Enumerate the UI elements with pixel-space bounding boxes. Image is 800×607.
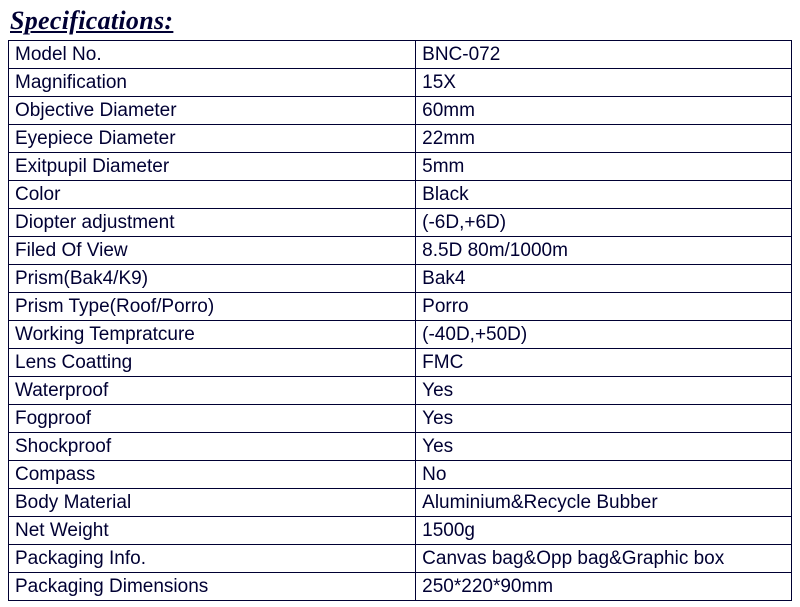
spec-value: No <box>416 461 792 489</box>
spec-label: Net Weight <box>9 517 416 545</box>
spec-label: Compass <box>9 461 416 489</box>
spec-value: Canvas bag&Opp bag&Graphic box <box>416 545 792 573</box>
table-row: Prism(Bak4/K9)Bak4 <box>9 265 792 293</box>
spec-label: Filed Of View <box>9 237 416 265</box>
spec-label: Prism(Bak4/K9) <box>9 265 416 293</box>
table-row: ShockproofYes <box>9 433 792 461</box>
spec-label: Color <box>9 181 416 209</box>
spec-value: Yes <box>416 405 792 433</box>
spec-label: Fogproof <box>9 405 416 433</box>
table-row: Exitpupil Diameter5mm <box>9 153 792 181</box>
spec-label: Shockproof <box>9 433 416 461</box>
spec-value: 8.5D 80m/1000m <box>416 237 792 265</box>
table-row: Packaging Dimensions250*220*90mm <box>9 573 792 601</box>
spec-label: Waterproof <box>9 377 416 405</box>
table-row: WaterproofYes <box>9 377 792 405</box>
spec-label: Magnification <box>9 69 416 97</box>
spec-value: 5mm <box>416 153 792 181</box>
spec-value: 60mm <box>416 97 792 125</box>
spec-table: Model No.BNC-072Magnification15XObjectiv… <box>8 40 792 601</box>
table-row: Lens CoattingFMC <box>9 349 792 377</box>
table-row: Working Tempratcure(-40D,+50D) <box>9 321 792 349</box>
spec-value: 1500g <box>416 517 792 545</box>
spec-label: Lens Coatting <box>9 349 416 377</box>
table-row: Objective Diameter60mm <box>9 97 792 125</box>
spec-label: Exitpupil Diameter <box>9 153 416 181</box>
spec-label: Eyepiece Diameter <box>9 125 416 153</box>
spec-label: Packaging Dimensions <box>9 573 416 601</box>
spec-label: Body Material <box>9 489 416 517</box>
table-row: Net Weight1500g <box>9 517 792 545</box>
spec-label: Working Tempratcure <box>9 321 416 349</box>
spec-value: Porro <box>416 293 792 321</box>
spec-value: (-6D,+6D) <box>416 209 792 237</box>
spec-label: Diopter adjustment <box>9 209 416 237</box>
spec-label: Model No. <box>9 41 416 69</box>
spec-value: Yes <box>416 433 792 461</box>
table-row: Filed Of View8.5D 80m/1000m <box>9 237 792 265</box>
table-row: Body MaterialAluminium&Recycle Bubber <box>9 489 792 517</box>
spec-value: Aluminium&Recycle Bubber <box>416 489 792 517</box>
spec-label: Packaging Info. <box>9 545 416 573</box>
table-row: Eyepiece Diameter22mm <box>9 125 792 153</box>
table-row: Diopter adjustment(-6D,+6D) <box>9 209 792 237</box>
spec-value: Yes <box>416 377 792 405</box>
spec-label: Objective Diameter <box>9 97 416 125</box>
spec-value: 22mm <box>416 125 792 153</box>
table-row: CompassNo <box>9 461 792 489</box>
table-row: ColorBlack <box>9 181 792 209</box>
table-row: Packaging Info.Canvas bag&Opp bag&Graphi… <box>9 545 792 573</box>
spec-value: (-40D,+50D) <box>416 321 792 349</box>
spec-value: Black <box>416 181 792 209</box>
spec-value: FMC <box>416 349 792 377</box>
table-row: Prism Type(Roof/Porro)Porro <box>9 293 792 321</box>
page-title: Specifications: <box>10 6 792 36</box>
spec-value: 250*220*90mm <box>416 573 792 601</box>
spec-value: Bak4 <box>416 265 792 293</box>
spec-value: 15X <box>416 69 792 97</box>
table-row: Magnification15X <box>9 69 792 97</box>
spec-value: BNC-072 <box>416 41 792 69</box>
spec-label: Prism Type(Roof/Porro) <box>9 293 416 321</box>
table-row: Model No.BNC-072 <box>9 41 792 69</box>
table-row: FogproofYes <box>9 405 792 433</box>
